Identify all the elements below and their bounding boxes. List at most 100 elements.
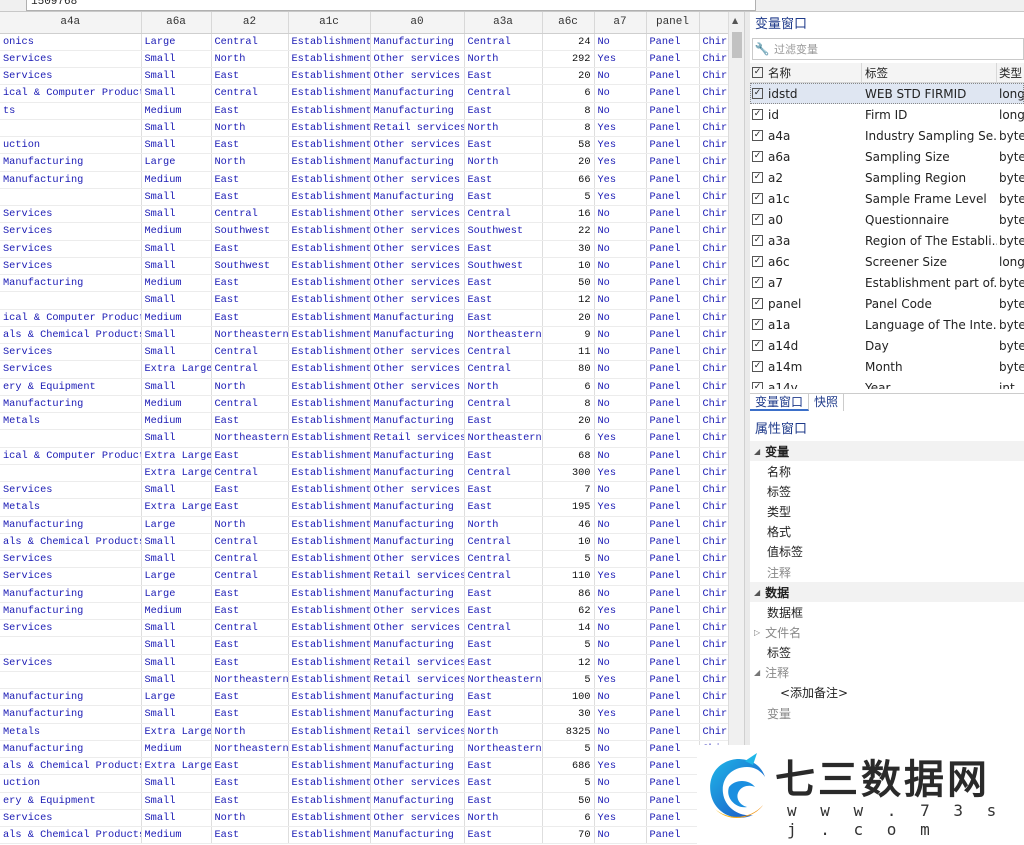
table-cell[interactable]: East (464, 792, 543, 810)
tab-snapshots[interactable]: 快照 (809, 394, 845, 411)
table-cell[interactable]: Chir (699, 240, 728, 258)
table-cell[interactable]: Yes (594, 50, 647, 69)
table-cell[interactable]: Panel (646, 274, 700, 293)
table-cell[interactable]: Chir (699, 291, 728, 310)
table-cell[interactable]: 22 (542, 222, 595, 241)
variable-filter[interactable]: 🔧 过滤变量 (752, 38, 1024, 60)
table-cell[interactable]: Central (211, 205, 289, 224)
table-cell[interactable]: Panel (646, 464, 700, 483)
table-cell[interactable]: East (464, 447, 543, 465)
table-cell[interactable]: Establishment (288, 153, 371, 172)
prop-data-notes[interactable]: ◢ 注释 (750, 663, 1024, 683)
table-cell[interactable]: 5 (542, 774, 595, 793)
table-cell[interactable]: 6 (542, 378, 595, 396)
tab-variables[interactable]: 变量窗口 (750, 394, 810, 411)
variable-checkbox[interactable]: ✓ (752, 193, 763, 204)
table-cell[interactable]: Panel (646, 153, 700, 172)
table-row[interactable]: ical & Computer Products Small Central Esta… (0, 84, 728, 103)
table-cell[interactable]: Establishment (288, 309, 371, 327)
table-cell[interactable]: Chir (699, 378, 728, 396)
table-cell[interactable]: 9 (542, 326, 595, 345)
table-cell[interactable]: Establishment (288, 619, 371, 638)
table-cell[interactable]: Establishment (288, 257, 371, 276)
table-cell[interactable]: uction (0, 136, 142, 155)
table-cell[interactable]: ts (0, 102, 142, 120)
header-label-column[interactable]: 标签 (862, 63, 997, 82)
table-cell[interactable]: Manufacturing (0, 740, 142, 759)
column-header-a2[interactable]: a2 (211, 12, 289, 34)
table-cell[interactable]: 20 (542, 67, 595, 86)
table-cell[interactable]: Small (141, 809, 212, 828)
table-cell[interactable]: Central (211, 567, 289, 586)
table-cell[interactable]: 8 (542, 102, 595, 120)
table-cell[interactable]: Other services (370, 774, 465, 793)
variable-row[interactable]: ✓ id Firm ID long (750, 104, 1024, 125)
table-cell[interactable]: 10 (542, 533, 595, 552)
filter-placeholder[interactable]: 过滤变量 (771, 41, 818, 57)
variable-row[interactable]: ✓ a1c Sample Frame Level byte (750, 188, 1024, 209)
table-cell[interactable]: Establishment (288, 119, 371, 138)
table-cell[interactable]: 6 (542, 809, 595, 828)
table-cell[interactable]: Establishment (288, 654, 371, 672)
table-cell[interactable]: No (594, 740, 647, 759)
table-cell[interactable]: Other services (370, 602, 465, 621)
table-cell[interactable]: Central (211, 33, 289, 51)
table-cell[interactable]: Panel (646, 654, 700, 672)
table-cell[interactable]: Northeastern (211, 429, 289, 448)
column-header-extra[interactable] (699, 12, 728, 34)
table-cell[interactable]: Establishment (288, 343, 371, 362)
table-cell[interactable]: Chir (699, 326, 728, 345)
table-cell[interactable]: North (464, 153, 543, 172)
table-cell[interactable]: No (594, 360, 647, 379)
table-cell[interactable]: Establishment (288, 826, 371, 845)
variable-checkbox[interactable]: ✓ (752, 235, 763, 246)
table-cell[interactable]: East (211, 585, 289, 603)
table-cell[interactable]: Panel (646, 136, 700, 155)
table-cell[interactable]: Panel (646, 688, 700, 707)
section-data[interactable]: ◢ 数据 (750, 582, 1024, 603)
table-cell[interactable]: East (211, 188, 289, 207)
table-cell[interactable]: 8325 (542, 723, 595, 741)
table-cell[interactable]: Panel (646, 447, 700, 465)
table-cell[interactable]: Other services (370, 205, 465, 224)
table-cell[interactable]: Manufacturing (370, 412, 465, 431)
table-cell[interactable]: Chir (699, 688, 728, 707)
variable-checkbox[interactable]: ✓ (752, 214, 763, 225)
table-cell[interactable]: Establishment (288, 723, 371, 741)
table-cell[interactable]: No (594, 222, 647, 241)
table-cell[interactable]: North (464, 809, 543, 828)
table-cell[interactable]: Chir (699, 171, 728, 189)
table-cell[interactable]: Yes (594, 188, 647, 207)
table-cell[interactable]: 6 (542, 84, 595, 103)
variable-row[interactable]: ✓ idstd WEB STD FIRMID long (750, 83, 1024, 104)
table-cell[interactable]: Small (141, 84, 212, 103)
table-cell[interactable]: Establishment (288, 378, 371, 396)
table-cell[interactable]: Small (141, 619, 212, 638)
table-cell[interactable]: East (211, 412, 289, 431)
table-cell[interactable]: East (211, 705, 289, 724)
table-cell[interactable]: Chir (699, 119, 728, 138)
table-cell[interactable]: Extra Large (141, 723, 212, 741)
table-cell[interactable]: Central (464, 619, 543, 638)
table-cell[interactable]: Small (141, 654, 212, 672)
table-cell[interactable]: Panel (646, 205, 700, 224)
table-cell[interactable]: Establishment (288, 567, 371, 586)
table-cell[interactable]: Other services (370, 619, 465, 638)
table-cell[interactable] (0, 188, 142, 207)
table-cell[interactable]: Yes (594, 602, 647, 621)
table-cell[interactable]: Southwest (211, 257, 289, 276)
table-cell[interactable]: 12 (542, 291, 595, 310)
table-cell[interactable]: Establishment (288, 360, 371, 379)
scrollbar-thumb[interactable] (732, 32, 742, 58)
table-cell[interactable]: 5 (542, 671, 595, 690)
table-row[interactable]: Small North Establishment Retail services No… (0, 119, 728, 138)
cell-value-field[interactable]: 1509768 (26, 0, 756, 11)
table-cell[interactable]: 5 (542, 636, 595, 655)
table-cell[interactable]: Medium (141, 274, 212, 293)
table-cell[interactable]: No (594, 205, 647, 224)
table-cell[interactable]: Large (141, 153, 212, 172)
table-cell[interactable]: Manufacturing (370, 688, 465, 707)
table-cell[interactable]: Small (141, 205, 212, 224)
table-row[interactable]: Services Small East Establishment Other serv… (0, 67, 728, 86)
table-cell[interactable]: Central (211, 550, 289, 569)
